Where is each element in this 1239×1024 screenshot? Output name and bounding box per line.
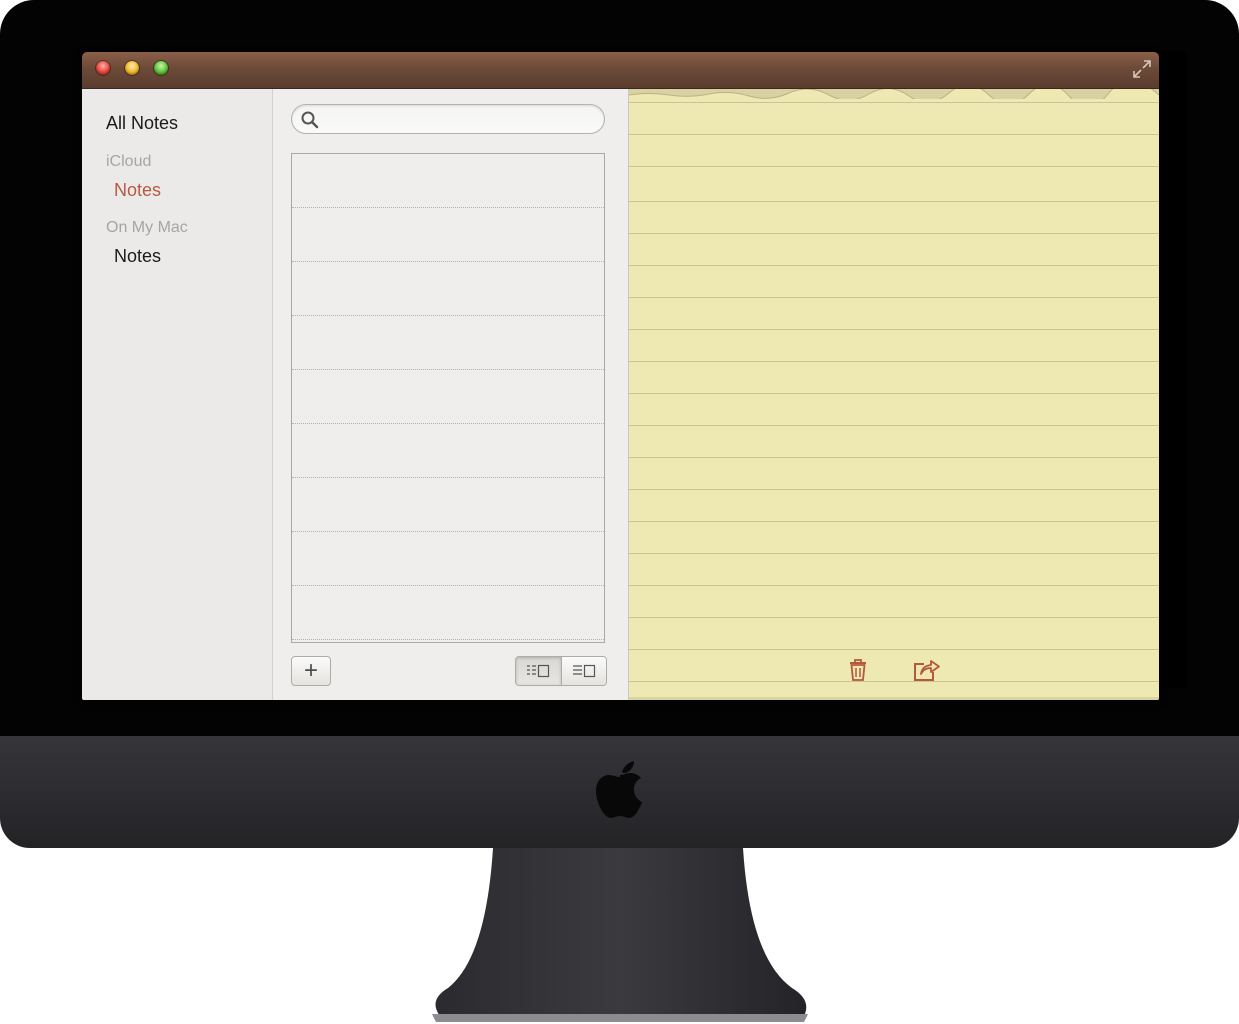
trash-icon[interactable] <box>846 657 870 683</box>
share-icon[interactable] <box>912 657 942 683</box>
new-note-label: + <box>303 657 318 684</box>
minimize-icon[interactable] <box>125 61 139 75</box>
folders-sidebar: All Notes iCloud Notes On My Mac Notes <box>82 89 273 700</box>
list-only-icon <box>572 664 595 678</box>
search-input[interactable] <box>322 109 596 131</box>
view-mode-segmented-control[interactable] <box>515 656 607 686</box>
list-only-button[interactable] <box>560 657 606 685</box>
list-with-preview-icon <box>527 664 550 678</box>
list-item[interactable] <box>292 532 604 586</box>
search-icon <box>301 111 319 129</box>
list-item[interactable] <box>292 424 604 478</box>
list-item[interactable] <box>292 586 604 640</box>
paper-bottom-edge <box>629 697 1159 700</box>
zoom-icon[interactable] <box>154 61 168 75</box>
sidebar-item-all-notes[interactable]: All Notes <box>106 113 178 134</box>
sidebar-header-on-my-mac: On My Mac <box>106 219 188 236</box>
search-field[interactable] <box>291 104 605 134</box>
fullscreen-icon[interactable] <box>1131 58 1153 80</box>
sidebar-header-icloud: iCloud <box>106 153 152 170</box>
notes-window: All Notes iCloud Notes On My Mac Notes + <box>82 52 1159 700</box>
list-item[interactable] <box>292 262 604 316</box>
sidebar-item-mac-notes[interactable]: Notes <box>114 246 161 267</box>
list-item[interactable] <box>292 370 604 424</box>
list-item[interactable] <box>292 316 604 370</box>
new-note-button[interactable]: + <box>291 656 331 686</box>
apple-logo-icon <box>596 761 642 818</box>
close-icon[interactable] <box>96 61 110 75</box>
list-item[interactable] <box>292 208 604 262</box>
list-item[interactable] <box>292 154 604 208</box>
list-with-preview-button[interactable] <box>516 657 561 685</box>
sidebar-item-icloud-notes[interactable]: Notes <box>114 180 161 201</box>
title-bar[interactable] <box>82 52 1159 89</box>
imac-stand <box>432 848 808 1022</box>
torn-paper-edge <box>629 89 1159 99</box>
list-item[interactable] <box>292 478 604 532</box>
note-editor[interactable] <box>629 89 1159 700</box>
note-list-pane: + <box>273 89 629 700</box>
note-list[interactable] <box>291 153 605 643</box>
